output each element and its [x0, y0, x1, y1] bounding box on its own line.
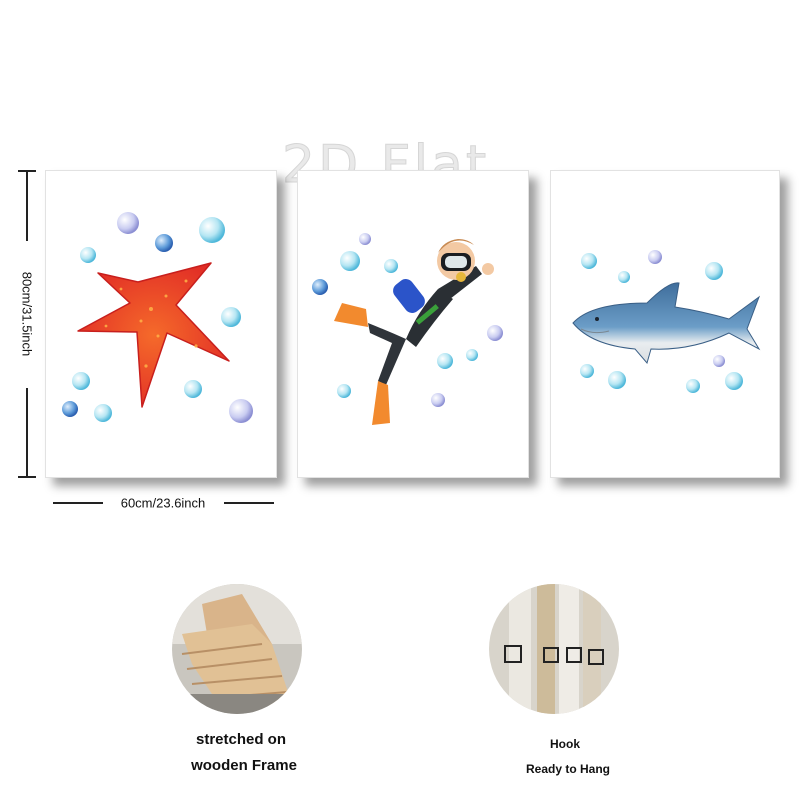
- wooden-frame-caption-line1: stretched on: [195, 731, 287, 748]
- hook-caption-line2: Ready to Hang: [525, 762, 611, 776]
- hook-photo: [489, 584, 619, 714]
- starfish-illustration: [62, 212, 253, 423]
- width-label: 60cm/23.6inch: [120, 495, 206, 511]
- wooden-frame-caption-line2: wooden Frame: [191, 757, 297, 774]
- hook-caption-line1: Hook: [550, 737, 580, 751]
- wooden-frame-photo: [172, 584, 302, 714]
- shark-canvas-panel: [550, 170, 780, 478]
- shark-illustration: [572, 250, 761, 393]
- hook-detail-image: [489, 584, 619, 714]
- starfish-canvas-panel: [45, 170, 277, 478]
- wooden-frame-corner-image: [172, 584, 302, 714]
- diver-illustration: [312, 233, 503, 425]
- diver-canvas-panel: [297, 170, 529, 478]
- height-label: 80cm/31.5inch: [19, 271, 35, 357]
